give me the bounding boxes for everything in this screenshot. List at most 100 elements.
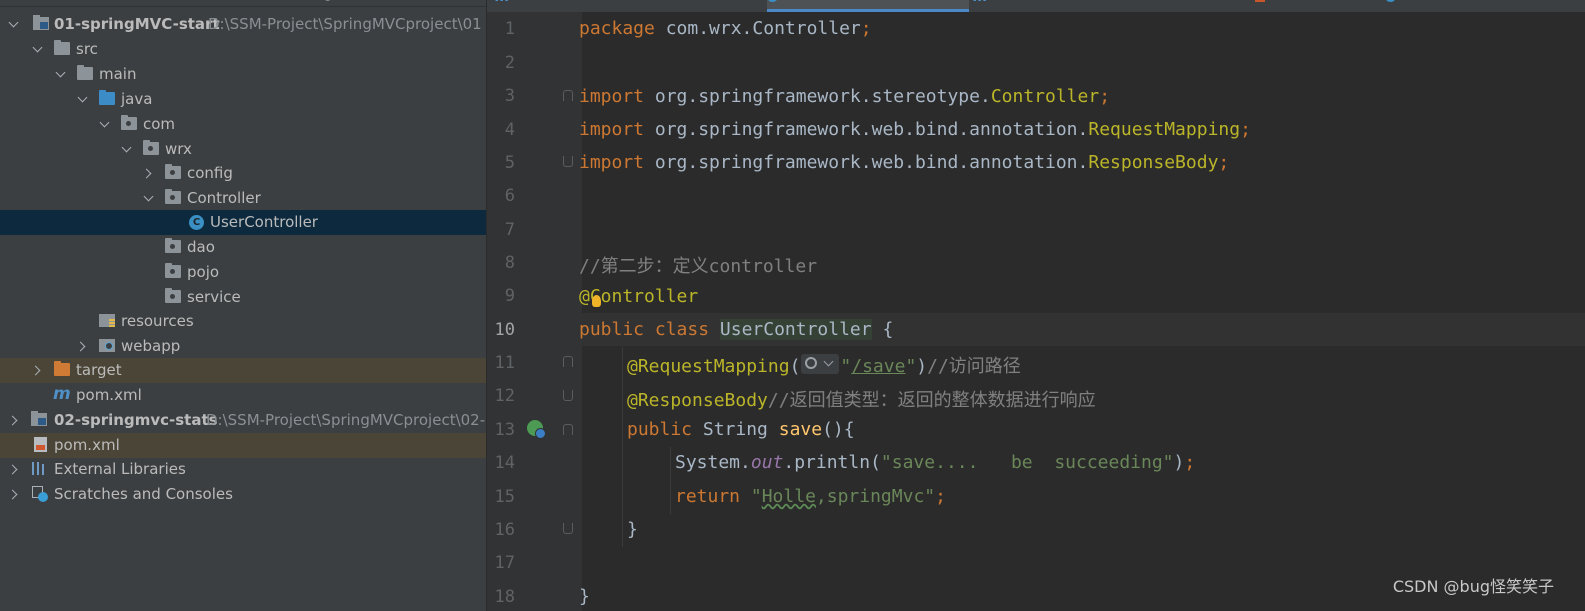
tab-pom-root[interactable]	[1255, 0, 1373, 12]
code-line-8: //第二步：定义controller	[579, 256, 818, 277]
libraries-icon	[32, 462, 47, 475]
line-number: 3	[504, 86, 515, 106]
tab-springmvcconfig[interactable]	[1385, 0, 1585, 12]
tree-item-label: Controller	[187, 189, 261, 207]
chevron-down-icon[interactable]	[8, 17, 19, 28]
tree-item-java[interactable]: java	[0, 87, 486, 112]
tree-item-external-libraries[interactable]: External Libraries	[0, 457, 486, 482]
tree-item-config[interactable]: config	[0, 161, 486, 186]
chevron-right-icon[interactable]	[75, 341, 86, 352]
tree-item-dao[interactable]: dao	[0, 235, 486, 260]
fold-marker[interactable]	[563, 156, 573, 167]
tree-item-label: pom.xml	[76, 386, 142, 404]
tree-item-wrx[interactable]: wrx	[0, 137, 486, 162]
package-icon	[165, 263, 181, 278]
tree-item-label: java	[121, 90, 153, 108]
editor-tab-bar: m m	[487, 0, 1585, 12]
maven-icon: m	[973, 0, 988, 5]
resources-folder-icon	[99, 314, 115, 327]
fold-marker[interactable]	[563, 90, 573, 101]
code-line-16: }	[627, 519, 638, 540]
chevron-down-icon[interactable]	[121, 142, 132, 153]
url-inlay-icon[interactable]	[801, 354, 840, 374]
chevron-down-icon[interactable]	[55, 67, 66, 78]
tree-item-controller[interactable]: Controller	[0, 186, 486, 211]
line-number-current: 10	[494, 320, 515, 340]
fold-marker[interactable]	[563, 424, 573, 435]
tree-item-main[interactable]: main	[0, 62, 486, 87]
fold-marker[interactable]	[563, 356, 573, 367]
tree-item-label: UserController	[210, 213, 318, 231]
indent-guide	[622, 347, 623, 547]
tree-item-label: 01-springMVC-start	[54, 15, 220, 33]
xml-file-icon	[34, 437, 47, 452]
tree-item-com[interactable]: com	[0, 112, 486, 137]
tree-item-pom-01[interactable]: m pom.xml	[0, 383, 486, 408]
web-endpoint-gutter-icon[interactable]	[527, 420, 546, 439]
tree-item-src[interactable]: src	[0, 37, 486, 62]
chevron-right-icon[interactable]	[7, 489, 18, 500]
web-folder-icon	[99, 339, 115, 352]
fold-marker[interactable]	[563, 390, 573, 401]
tree-item-module-01[interactable]: 01-springMVC-start D:\SSM-Project\SpringM…	[0, 12, 486, 37]
line-number: 13	[494, 420, 515, 440]
tree-item-label: service	[187, 288, 241, 306]
chevron-right-icon[interactable]	[30, 365, 41, 376]
line-number: 16	[494, 520, 515, 540]
code-line-10: public class UserController {	[579, 319, 894, 340]
tab-pom-01[interactable]: m	[495, 0, 763, 12]
tree-item-usercontroller[interactable]: C UserController	[0, 210, 486, 235]
tree-item-resources[interactable]: resources	[0, 309, 486, 334]
options-icon[interactable]: ⁞	[390, 0, 394, 3]
code-line-13: public String save(){	[627, 419, 855, 440]
package-icon	[143, 140, 159, 155]
project-tool-header: ◎ ≡ ⁞ –	[0, 0, 486, 7]
folder-icon	[54, 40, 70, 55]
line-number: 18	[494, 587, 515, 607]
tree-item-label: main	[99, 65, 137, 83]
chevron-down-icon[interactable]	[99, 117, 110, 128]
tree-item-pom-root[interactable]: pom.xml	[0, 433, 486, 458]
package-icon	[165, 189, 181, 204]
tree-item-pojo[interactable]: pojo	[0, 260, 486, 285]
tree-item-scratches[interactable]: Scratches and Consoles	[0, 482, 486, 507]
code-editor[interactable]: m m 1 2 3 4 5 6 7 8 9 10 11 12 13 14 15 …	[487, 0, 1585, 611]
tree-item-label: dao	[187, 238, 215, 256]
code-line-3: import org.springframework.stereotype.Co…	[579, 86, 1111, 107]
line-number: 15	[494, 487, 515, 507]
code-line-11: @RequestMapping("/save")//访问路径	[627, 354, 1021, 377]
line-number: 1	[504, 19, 515, 39]
module-folder-icon	[31, 411, 47, 426]
chevron-down-icon[interactable]	[32, 42, 43, 53]
java-class-icon	[1385, 0, 1396, 2]
code-line-18: }	[579, 586, 590, 607]
line-number: 9	[504, 286, 515, 306]
java-class-icon: C	[189, 215, 204, 230]
hide-icon[interactable]: –	[430, 0, 437, 3]
chevron-right-icon[interactable]	[7, 415, 18, 426]
fold-marker[interactable]	[563, 523, 573, 534]
line-number: 14	[494, 453, 515, 473]
module-folder-icon	[33, 15, 49, 30]
package-icon	[165, 288, 181, 303]
line-number: 8	[504, 253, 515, 273]
code-line-15: return "Holle,springMvc";	[675, 486, 946, 507]
tree-item-label: config	[187, 164, 233, 182]
chevron-right-icon[interactable]	[141, 168, 152, 179]
chevron-down-icon[interactable]	[77, 92, 88, 103]
tab-usercontroller[interactable]	[767, 0, 969, 12]
tree-item-webapp[interactable]: webapp	[0, 334, 486, 359]
globe-icon[interactable]: ◎	[322, 0, 333, 3]
tree-item-module-02[interactable]: 02-springmvc-stats D:\SSM-Project\SpringM…	[0, 408, 486, 433]
package-icon	[165, 238, 181, 253]
intention-bulb-icon[interactable]	[592, 295, 601, 307]
line-number: 2	[504, 53, 515, 73]
tab-pom-02[interactable]: m	[973, 0, 1243, 12]
tree-item-service[interactable]: service	[0, 285, 486, 310]
chevron-down-icon[interactable]	[143, 191, 154, 202]
code-line-12: @ResponseBody//返回值类型：返回的整体数据进行响应	[627, 390, 1096, 411]
collapse-all-icon[interactable]: ≡	[356, 0, 367, 3]
chevron-right-icon[interactable]	[7, 464, 18, 475]
tree-item-target[interactable]: target	[0, 358, 486, 383]
tree-item-label: pojo	[187, 263, 220, 281]
